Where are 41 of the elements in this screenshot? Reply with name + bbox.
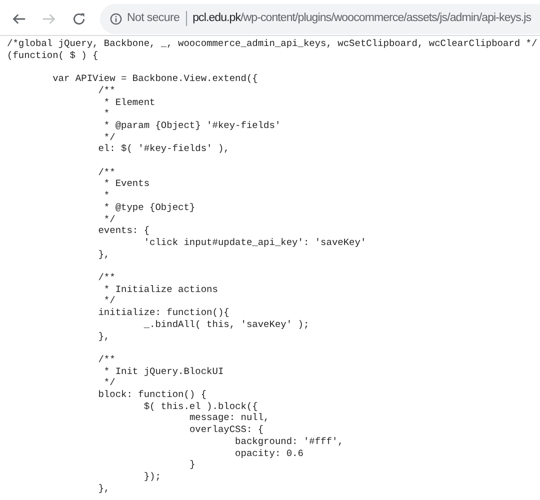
code-line: events: { <box>97 225 150 237</box>
code-line: overlayCSS: { <box>188 424 264 436</box>
code-line: el: $( '#key-fields' ), <box>97 143 230 156</box>
code-line: * <box>102 190 110 202</box>
address-bar[interactable]: Not secure pcl.edu.pk/wp-content/plugins/woocommerce/assets/js/admin/api-keys.js <box>100 4 540 34</box>
code-line: var APIView = Backbone.View.extend({ <box>52 73 258 85</box>
code-line: * Initialize actions <box>102 284 218 296</box>
code-line: */ <box>102 295 116 308</box>
code-line: /*global jQuery, Backbone, _, woocommerce_admin_api_keys, wcSetClipboard, wcClearClipboard */ <box>7 38 538 50</box>
code-line: opacity: 0.6 <box>234 448 304 460</box>
code-line: block: function() { <box>97 389 207 401</box>
reload-icon[interactable] <box>72 12 86 26</box>
code-line: /** <box>97 272 116 284</box>
code-line: 'click input#update_api_key': 'saveKey' <box>142 236 366 249</box>
code-line: }, <box>97 330 110 342</box>
code-line: * Events <box>102 178 150 190</box>
code-line: * @param {Object} '#key-fields' <box>102 120 281 132</box>
code-line: /** <box>97 166 116 178</box>
code-line: /** <box>97 354 116 366</box>
code-line: * <box>102 108 110 120</box>
code-line: */ <box>102 132 116 144</box>
code-line: $( this.el ).block({ <box>142 400 258 412</box>
code-line: * Init jQuery.BlockUI <box>102 366 224 378</box>
code-line: } <box>188 459 196 471</box>
info-icon[interactable] <box>110 12 122 24</box>
code-line: }, <box>97 482 110 494</box>
code-line: }); <box>142 470 161 483</box>
back-icon[interactable] <box>12 12 26 26</box>
url-text: pcl.edu.pk/wp-content/plugins/woocommerce/assets/js/admin/api-keys.js <box>192 10 532 26</box>
code-line: * Element <box>102 96 156 108</box>
security-label: Not secure <box>127 10 180 26</box>
code-line: /** <box>97 84 116 96</box>
code-line: message: null, <box>188 412 270 424</box>
code-line: */ <box>102 377 116 390</box>
code-line: _.bindAll( this, 'saveKey' ); <box>142 318 310 331</box>
code-line: */ <box>102 214 116 226</box>
code-line: * @type {Object} <box>102 202 196 214</box>
code-line: }, <box>97 248 110 260</box>
code-line: initialize: function(){ <box>97 307 230 319</box>
code-line: (function( $ ) { <box>7 50 98 62</box>
code-line: background: '#fff', <box>234 436 344 448</box>
